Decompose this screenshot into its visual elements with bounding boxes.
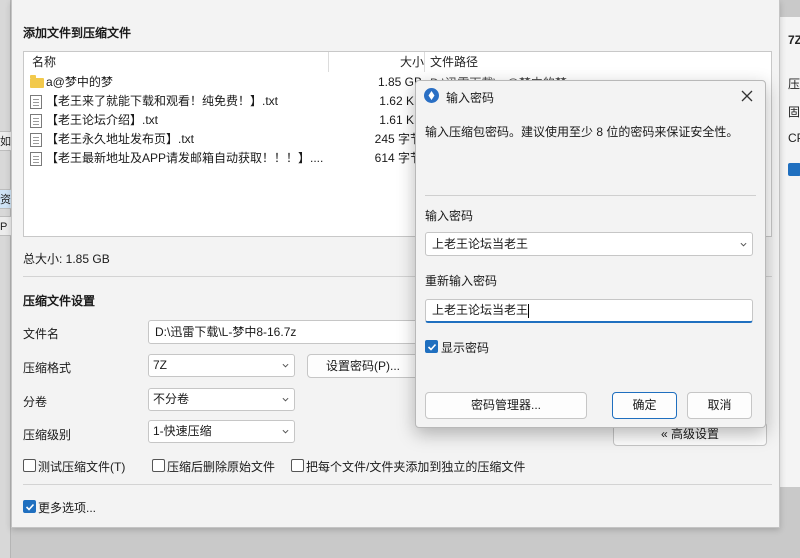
bg-fragment: P语	[0, 216, 11, 236]
file-name: 【老王永久地址发布页】.txt	[46, 132, 195, 146]
password-manager-button[interactable]: 密码管理器...	[425, 392, 587, 419]
filename-label: 文件名	[23, 327, 60, 341]
dialog-description: 输入压缩包密码。建议使用至少 8 位的密码来保证安全性。	[425, 125, 739, 139]
password-dialog: 输入密码 输入压缩包密码。建议使用至少 8 位的密码来保证安全性。 输入密码 上…	[415, 80, 766, 428]
check-icon	[427, 343, 437, 351]
txt-file-icon	[30, 152, 42, 166]
filename-input[interactable]: D:\迅雷下载\L-梦中8-16.7z	[148, 320, 418, 344]
divider	[425, 195, 756, 196]
txt-file-icon	[30, 114, 42, 128]
volume-select[interactable]: 不分卷	[148, 388, 295, 411]
delete-after-label[interactable]: 压缩后删除原始文件	[167, 458, 275, 475]
bg-fragment: 如视	[0, 131, 11, 151]
column-divider	[328, 52, 329, 72]
cancel-button[interactable]: 取消	[687, 392, 752, 419]
chevron-down-icon	[282, 397, 289, 402]
more-options-checkbox[interactable]	[23, 500, 36, 513]
total-size: 总大小: 1.85 GB	[23, 252, 110, 266]
column-name[interactable]: 名称	[32, 52, 56, 72]
show-password-checkbox[interactable]	[425, 340, 438, 353]
format-select[interactable]: 7Z	[148, 354, 295, 377]
chevron-down-icon	[282, 363, 289, 368]
bg-fragment: 资	[0, 189, 11, 209]
test-archive-checkbox[interactable]	[23, 459, 36, 472]
level-select[interactable]: 1-快速压缩	[148, 420, 295, 443]
chevron-down-icon	[282, 429, 289, 434]
password-value: 上老王论坛当老王	[432, 237, 529, 251]
bg-label: 压缩	[788, 77, 800, 91]
volume-label: 分卷	[23, 395, 48, 409]
repeat-password-input[interactable]: 上老王论坛当老王	[425, 299, 753, 323]
ok-button[interactable]: 确定	[612, 392, 677, 419]
more-options-label[interactable]: 更多选项...	[38, 499, 96, 516]
bg-label: CP	[788, 131, 800, 145]
level-label: 压缩级别	[23, 428, 72, 442]
file-name: 【老王来了就能下载和观看！纯免费！】.txt	[46, 94, 279, 108]
txt-file-icon	[30, 95, 42, 109]
check-icon	[25, 503, 35, 511]
separate-archives-label[interactable]: 把每个文件/文件夹添加到独立的压缩文件	[306, 458, 525, 475]
bg-heading: 7Z	[788, 33, 800, 47]
background-window-left: 如视 资 P语	[0, 0, 11, 558]
volume-value: 不分卷	[153, 392, 190, 406]
file-row[interactable]: 【老王论坛介绍】.txt 1.61 KB	[24, 111, 444, 130]
file-name: 【老王最新地址及APP请发邮箱自动获取！！！】....	[46, 151, 324, 165]
bg-label: 固实	[788, 105, 800, 119]
repeat-password-value: 上老王论坛当老王	[432, 303, 529, 317]
file-row[interactable]: 【老王来了就能下载和观看！纯免费！】.txt 1.62 KB	[24, 92, 444, 111]
password-label: 输入密码	[425, 209, 474, 223]
txt-file-icon	[30, 133, 42, 147]
test-archive-label[interactable]: 测试压缩文件(T)	[38, 458, 125, 475]
app-logo-icon	[424, 88, 439, 103]
bg-checkbox	[788, 163, 800, 176]
password-combo[interactable]: 上老王论坛当老王	[425, 232, 753, 256]
separate-archives-checkbox[interactable]	[291, 459, 304, 472]
column-size[interactable]: 大小	[400, 52, 424, 72]
dialog-title: 输入密码	[446, 91, 495, 105]
delete-after-checkbox[interactable]	[152, 459, 165, 472]
divider	[23, 484, 772, 485]
window-title: 添加文件到压缩文件	[23, 26, 132, 40]
level-value: 1-快速压缩	[153, 424, 212, 438]
dialog-titlebar[interactable]: 输入密码	[416, 81, 765, 111]
file-name: 【老王论坛介绍】.txt	[46, 113, 159, 127]
folder-icon	[30, 75, 44, 88]
repeat-password-label: 重新输入密码	[425, 274, 498, 288]
settings-title: 压缩文件设置	[23, 294, 96, 308]
format-value: 7Z	[153, 358, 168, 372]
file-row[interactable]: 【老王永久地址发布页】.txt 245 字节	[24, 130, 444, 149]
show-password-label[interactable]: 显示密码	[441, 339, 489, 356]
column-path[interactable]: 文件路径	[430, 52, 478, 72]
file-row[interactable]: a@梦中的梦 1.85 GB	[24, 73, 444, 92]
background-window-right: 7Z 压缩 固实 CP	[777, 17, 800, 487]
text-cursor	[528, 303, 530, 318]
close-icon[interactable]	[738, 87, 756, 105]
file-row[interactable]: 【老王最新地址及APP请发邮箱自动获取！！！】.... 614 字节	[24, 149, 444, 168]
file-name: a@梦中的梦	[46, 75, 113, 89]
chevron-down-icon	[740, 242, 747, 247]
format-label: 压缩格式	[23, 361, 72, 375]
column-divider	[424, 52, 425, 72]
set-password-button[interactable]: 设置密码(P)...	[307, 354, 419, 378]
